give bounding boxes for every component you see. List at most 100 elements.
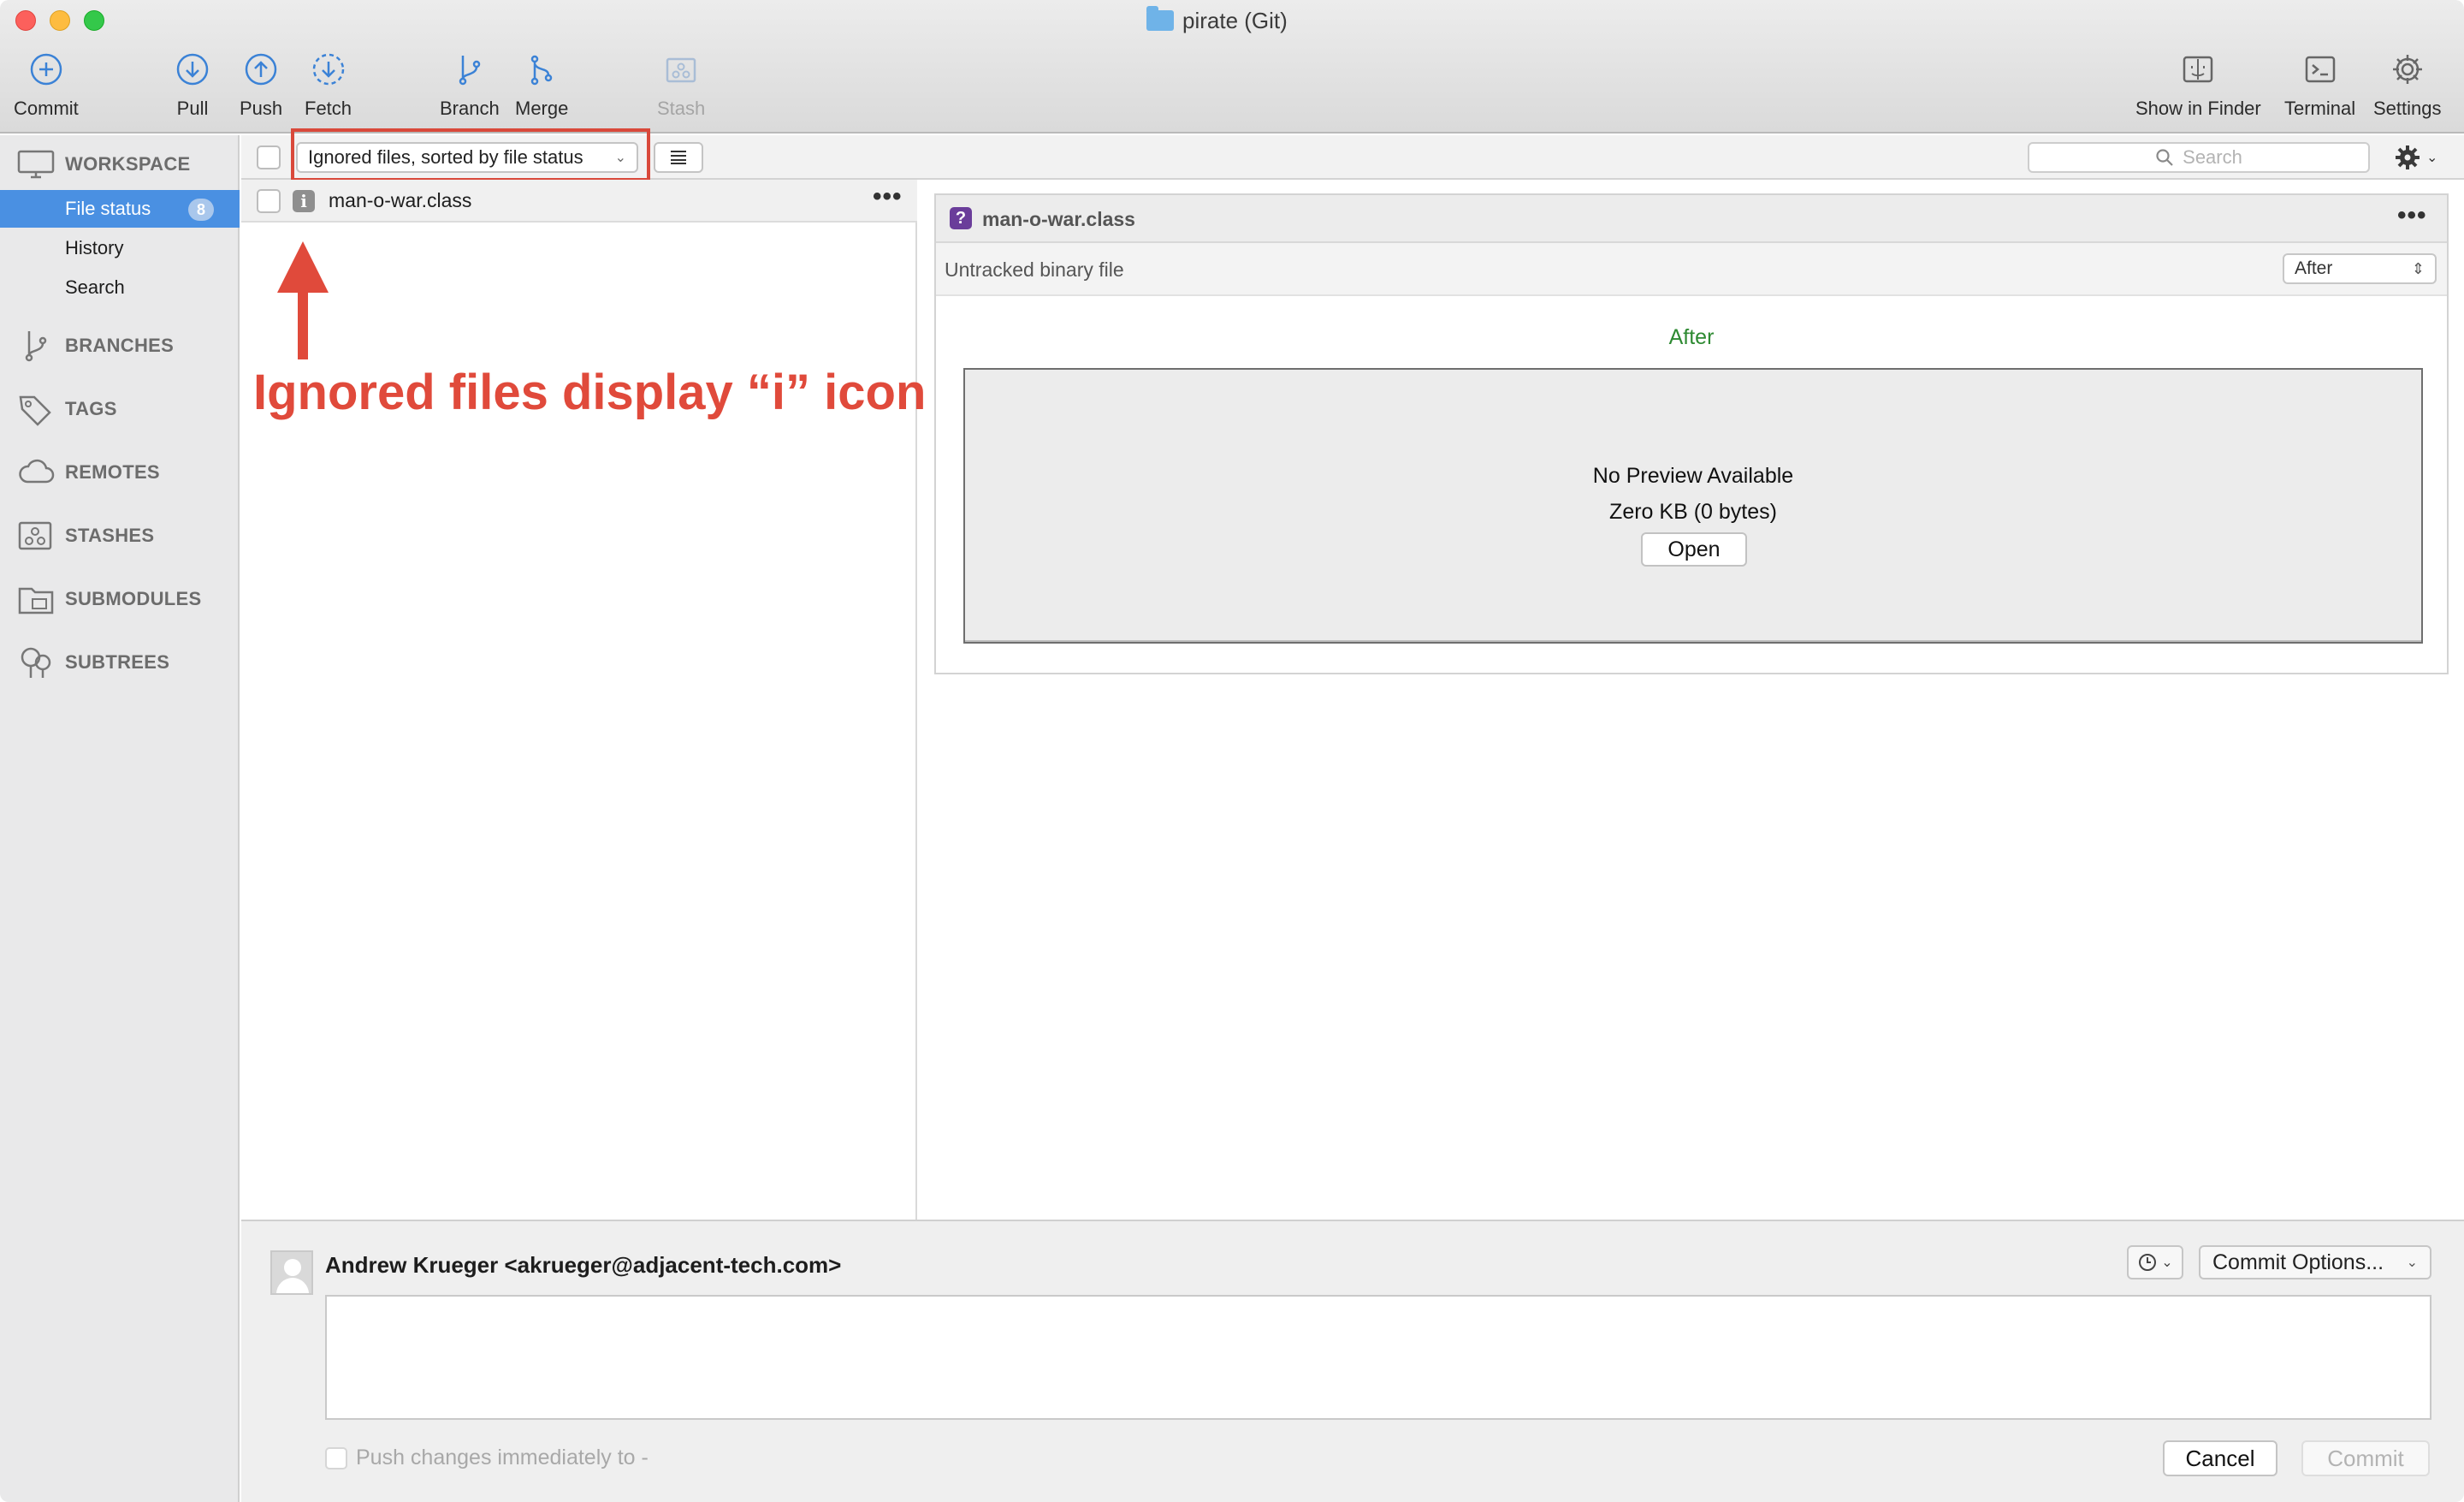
- chevron-down-icon: ⌄: [2161, 1256, 2173, 1270]
- window-title: pirate (Git): [1146, 6, 1288, 34]
- open-button[interactable]: Open: [1641, 532, 1747, 567]
- view-mode-select[interactable]: After ⇕: [2283, 253, 2437, 284]
- push-immediately-label: Push changes immediately to -: [356, 1446, 649, 1469]
- commit-button[interactable]: Commit: [2301, 1440, 2430, 1476]
- submodule-folder-icon: [18, 587, 54, 614]
- preview-header: ? man-o-war.class •••: [936, 195, 2447, 243]
- annotation-arrow-up-icon: [277, 241, 329, 293]
- show-in-finder-label: Show in Finder: [2135, 98, 2261, 119]
- push-immediately-option[interactable]: Push changes immediately to -: [325, 1446, 649, 1470]
- annotation-arrow-shaft: [298, 288, 308, 359]
- file-size-text: Zero KB (0 bytes): [1609, 500, 1777, 524]
- merge-toolbar-label: Merge: [515, 98, 569, 119]
- sourcetree-window: pirate (Git) Commit Pull Push Fetch Bran…: [0, 0, 2464, 1502]
- annotation-text: Ignored files display “i” icon: [253, 365, 927, 420]
- close-window-button[interactable]: [15, 10, 36, 31]
- sidebar-item-label: History: [65, 237, 124, 258]
- workspace-label: WORKSPACE: [65, 153, 191, 175]
- sidebar-section-tags[interactable]: TAGS: [17, 390, 117, 428]
- list-view-mode-button[interactable]: [654, 142, 703, 173]
- branch-toolbar-button[interactable]: Branch: [440, 50, 500, 130]
- stash-toolbar-button[interactable]: Stash: [657, 50, 705, 130]
- search-icon: [2156, 149, 2173, 166]
- search-input[interactable]: Search: [2028, 142, 2370, 173]
- folder-icon: [1146, 6, 1174, 31]
- file-row[interactable]: i man-o-war.class •••: [241, 180, 917, 223]
- ignored-info-icon: i: [293, 190, 315, 212]
- stash-box-icon: [18, 521, 52, 550]
- tags-label: TAGS: [65, 398, 117, 419]
- commit-options-dropdown[interactable]: Commit Options... ⌄: [2199, 1245, 2431, 1279]
- sidebar-section-stashes[interactable]: STASHES: [17, 517, 154, 555]
- chevron-down-icon: ⌄: [2406, 1256, 2418, 1270]
- more-options-icon[interactable]: •••: [873, 184, 903, 210]
- terminal-toolbar-label: Terminal: [2284, 98, 2356, 119]
- pull-toolbar-button[interactable]: Pull: [173, 50, 212, 130]
- sidebar-section-submodules[interactable]: SUBMODULES: [17, 580, 201, 618]
- sidebar-section-branches[interactable]: BRANCHES: [17, 327, 174, 365]
- sidebar-section-workspace[interactable]: WORKSPACE: [17, 145, 191, 183]
- clock-icon: [2139, 1254, 2157, 1271]
- commit-author: Andrew Krueger <akrueger@adjacent-tech.c…: [325, 1252, 842, 1278]
- sidebar-section-remotes[interactable]: REMOTES: [17, 454, 160, 491]
- pull-arrow-down-icon: [173, 50, 212, 89]
- push-immediately-checkbox[interactable]: [325, 1446, 347, 1469]
- minimize-window-button[interactable]: [50, 10, 70, 31]
- more-options-icon[interactable]: •••: [2397, 203, 2427, 229]
- sidebar-item-label: Search: [65, 276, 125, 298]
- gear-icon: [2388, 50, 2427, 89]
- cancel-button[interactable]: Cancel: [2163, 1440, 2277, 1476]
- tag-icon: [19, 395, 51, 426]
- zoom-window-button[interactable]: [84, 10, 104, 31]
- gear-icon: [2396, 145, 2420, 169]
- commit-toolbar-button[interactable]: Commit: [14, 50, 79, 130]
- monitor-icon: [17, 150, 55, 179]
- avatar: [270, 1250, 313, 1295]
- commit-history-dropdown[interactable]: ⌄: [2127, 1245, 2183, 1279]
- sidebar-item-history[interactable]: History: [0, 229, 240, 267]
- sidebar-section-subtrees[interactable]: SUBTREES: [17, 644, 169, 681]
- settings-toolbar-label: Settings: [2373, 98, 2442, 119]
- preview-file-name: man-o-war.class: [982, 208, 1135, 230]
- push-toolbar-button[interactable]: Push: [240, 50, 282, 130]
- pull-toolbar-label: Pull: [176, 98, 209, 119]
- select-all-checkbox[interactable]: [257, 145, 281, 169]
- commit-panel: Andrew Krueger <akrueger@adjacent-tech.c…: [241, 1220, 2464, 1502]
- merge-icon: [522, 50, 561, 89]
- settings-gear-dropdown[interactable]: ⌄: [2389, 140, 2452, 175]
- settings-toolbar-button[interactable]: Settings: [2373, 50, 2442, 130]
- show-in-finder-toolbar-button[interactable]: Show in Finder: [2135, 50, 2261, 130]
- stash-icon: [661, 50, 701, 89]
- file-preview-pane: ? man-o-war.class ••• Untracked binary f…: [934, 193, 2449, 674]
- push-arrow-up-icon: [241, 50, 281, 89]
- search-placeholder: Search: [2183, 146, 2242, 168]
- list-lines-icon: [671, 151, 686, 164]
- filter-highlight-annotation: [291, 128, 650, 181]
- cloud-icon: [19, 459, 55, 484]
- subtrees-label: SUBTREES: [65, 651, 170, 673]
- remotes-label: REMOTES: [65, 461, 160, 483]
- merge-toolbar-button[interactable]: Merge: [515, 50, 568, 130]
- up-down-chevron-icon: ⇕: [2411, 259, 2425, 277]
- branch-toolbar-label: Branch: [440, 98, 500, 119]
- sidebar-item-label: File status: [65, 198, 151, 219]
- terminal-toolbar-button[interactable]: Terminal: [2284, 50, 2355, 130]
- fetch-toolbar-label: Fetch: [305, 98, 352, 119]
- file-list-pane: i man-o-war.class •••: [241, 180, 917, 1220]
- subtree-icon: [21, 647, 51, 678]
- after-heading: After: [1668, 325, 1715, 349]
- no-preview-text: No Preview Available: [1592, 464, 1794, 488]
- sidebar-item-file-status[interactable]: File status 8: [0, 190, 240, 228]
- stashes-label: STASHES: [65, 525, 155, 546]
- branches-label: BRANCHES: [65, 335, 175, 356]
- sidebar-item-search[interactable]: Search: [0, 269, 240, 306]
- preview-subheader: Untracked binary file After ⇕: [936, 243, 2447, 296]
- commit-message-textarea[interactable]: [325, 1295, 2431, 1420]
- chevron-down-icon: ⌄: [2426, 151, 2438, 165]
- stash-toolbar-label: Stash: [657, 98, 706, 119]
- file-name: man-o-war.class: [329, 189, 472, 211]
- file-stage-checkbox[interactable]: [257, 189, 281, 213]
- title-bar: pirate (Git) Commit Pull Push Fetch Bran…: [0, 0, 2464, 134]
- fetch-toolbar-button[interactable]: Fetch: [305, 50, 352, 130]
- file-count-badge: 8: [188, 199, 214, 221]
